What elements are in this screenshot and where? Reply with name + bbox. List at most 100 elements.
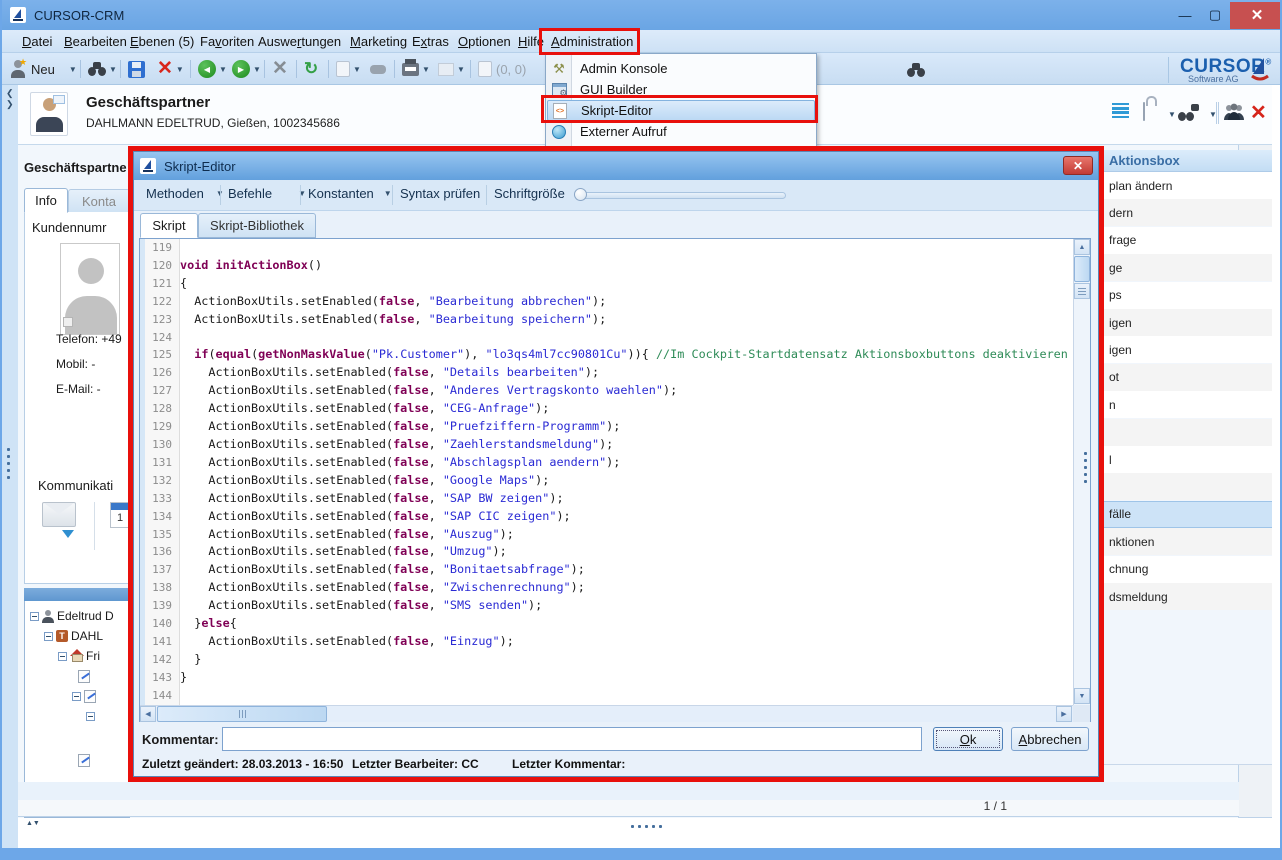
actionbox-item-ge[interactable]: ge bbox=[1087, 254, 1272, 281]
cancel-button[interactable]: Abbrechen bbox=[1011, 727, 1089, 751]
scroll-left-icon[interactable]: ◀ bbox=[140, 706, 156, 722]
chevron-down-icon[interactable]: ▼ bbox=[69, 65, 77, 74]
photo-edit-icon[interactable] bbox=[63, 317, 73, 327]
code-line[interactable]: { bbox=[180, 275, 1073, 293]
list-menu-icon[interactable] bbox=[1112, 103, 1129, 118]
comment-input[interactable] bbox=[222, 727, 922, 751]
actionbox-item-frage[interactable]: frage bbox=[1087, 227, 1272, 254]
delete-button[interactable]: ✕▼ bbox=[157, 58, 184, 80]
code-line[interactable]: ActionBoxUtils.setEnabled(false, "SAP BW… bbox=[180, 490, 1073, 508]
code-line[interactable]: ActionBoxUtils.setEnabled(false, "Detail… bbox=[180, 364, 1073, 382]
tree-expander[interactable] bbox=[58, 652, 67, 661]
tree-expander[interactable] bbox=[44, 632, 53, 641]
code-line[interactable]: } bbox=[180, 669, 1073, 687]
tree-expander[interactable] bbox=[30, 612, 39, 621]
code-line[interactable]: ActionBoxUtils.setEnabled(false, "Umzug"… bbox=[180, 543, 1073, 561]
menubar-item-extras[interactable]: Extras bbox=[408, 33, 453, 50]
font-size-slider-track[interactable] bbox=[578, 192, 786, 199]
actionbox-item[interactable] bbox=[1087, 473, 1272, 500]
search-button[interactable]: ▼ bbox=[88, 58, 117, 80]
menubar-item-ebenen-5[interactable]: Ebenen (5) bbox=[126, 33, 198, 50]
menubar-item-administration[interactable]: Administration bbox=[547, 33, 637, 50]
email-icon[interactable] bbox=[42, 502, 76, 527]
dialog-title-bar[interactable]: Skript-Editor bbox=[134, 152, 1098, 180]
admin-menu-item-gui-builder[interactable]: GUI Builder bbox=[547, 79, 815, 100]
code-line[interactable] bbox=[180, 687, 1073, 705]
horizontal-scroll-thumb[interactable] bbox=[157, 706, 327, 722]
minimize-button[interactable]: — bbox=[1170, 3, 1200, 27]
horizontal-scrollbar[interactable]: ◀ ▶ bbox=[140, 705, 1073, 722]
chevron-down-icon[interactable]: ▼ bbox=[422, 65, 430, 74]
actionbox-item[interactable] bbox=[1087, 419, 1272, 446]
actionbox-item-igen[interactable]: igen bbox=[1087, 309, 1272, 336]
menubar-item-marketing[interactable]: Marketing bbox=[346, 33, 411, 50]
chevron-down-icon[interactable]: ▼ bbox=[457, 65, 465, 74]
code-line[interactable]: void initActionBox() bbox=[180, 257, 1073, 275]
actionbox-item-chnung[interactable]: chnung bbox=[1087, 556, 1272, 583]
dialog-close-button[interactable]: ✕ bbox=[1063, 156, 1093, 175]
splitter-handle[interactable] bbox=[7, 448, 10, 479]
clipboard-button[interactable]: (0, 0) bbox=[478, 58, 526, 80]
tree-item-edeltrud-d[interactable]: Edeltrud D bbox=[30, 606, 114, 626]
scroll-grip[interactable] bbox=[1074, 283, 1090, 299]
actionbox-item-plan-ändern[interactable]: plan ändern bbox=[1087, 172, 1272, 199]
left-collapse-rail[interactable] bbox=[2, 85, 18, 848]
menubar-item-bearbeiten[interactable]: Bearbeiten bbox=[60, 33, 131, 50]
code-line[interactable]: ActionBoxUtils.setEnabled(false, "Auszug… bbox=[180, 526, 1073, 544]
code-line[interactable]: ActionBoxUtils.setEnabled(false, "Zaehle… bbox=[180, 436, 1073, 454]
befehle-dropdown[interactable]: Befehle▼ bbox=[228, 186, 306, 201]
lock-icon[interactable] bbox=[1143, 102, 1145, 121]
expand-right-icon[interactable]: ❯ bbox=[6, 99, 14, 110]
chevron-down-icon[interactable]: ▼ bbox=[109, 65, 117, 74]
scroll-right-icon[interactable]: ▶ bbox=[1056, 706, 1072, 722]
scroll-up-icon[interactable]: ▲ bbox=[1074, 239, 1090, 255]
actionbox-item-fälle[interactable]: fälle bbox=[1087, 501, 1272, 528]
horizontal-splitter-handle[interactable] bbox=[631, 825, 662, 828]
save-button[interactable] bbox=[128, 58, 145, 80]
code-line[interactable]: ActionBoxUtils.setEnabled(false, "Google… bbox=[180, 472, 1073, 490]
code-area[interactable]: void initActionBox(){ ActionBoxUtils.set… bbox=[180, 239, 1073, 705]
forward-button[interactable]: ▶▼ bbox=[232, 58, 261, 80]
actionbox-item-ps[interactable]: ps bbox=[1087, 282, 1272, 309]
tree-item[interactable] bbox=[86, 706, 95, 726]
actionbox-item-l[interactable]: l bbox=[1087, 446, 1272, 473]
controller-button[interactable] bbox=[370, 58, 386, 80]
tree-item[interactable] bbox=[78, 750, 90, 770]
admin-menu-item-externer-aufruf[interactable]: Externer Aufruf bbox=[547, 121, 815, 142]
print-button[interactable]: ▼ bbox=[402, 58, 430, 80]
code-line[interactable]: ActionBoxUtils.setEnabled(false, "CEG-An… bbox=[180, 400, 1073, 418]
menubar-item-auswertungen[interactable]: Auswertungen bbox=[254, 33, 345, 50]
quick-search-button[interactable] bbox=[907, 59, 925, 81]
cancel-button[interactable]: ✕ bbox=[272, 58, 288, 80]
tab-skript[interactable]: Skript bbox=[140, 213, 198, 238]
tree-expander[interactable] bbox=[86, 712, 95, 721]
actionbox-item-n[interactable]: n bbox=[1087, 391, 1272, 418]
tree-item-fri[interactable]: Fri bbox=[58, 646, 100, 666]
tree-item[interactable] bbox=[78, 666, 90, 686]
code-line[interactable]: ActionBoxUtils.setEnabled(false, "Einzug… bbox=[180, 633, 1073, 651]
code-line[interactable] bbox=[180, 239, 1073, 257]
menubar-item-hilfe[interactable]: Hilfe bbox=[514, 33, 548, 50]
chevron-down-icon[interactable]: ▼ bbox=[219, 65, 227, 74]
collapse-left-icon[interactable]: ❮ bbox=[6, 88, 14, 99]
tab-skript-bibliothek[interactable]: Skript-Bibliothek bbox=[198, 213, 316, 238]
vertical-scroll-thumb[interactable] bbox=[1074, 256, 1090, 282]
frame-button[interactable]: ▼ bbox=[438, 58, 465, 80]
chevron-down-icon[interactable]: ▼ bbox=[353, 65, 361, 74]
ok-button[interactable]: Ok bbox=[933, 727, 1003, 751]
code-line[interactable]: ActionBoxUtils.setEnabled(false, "SMS se… bbox=[180, 597, 1073, 615]
code-line[interactable]: ActionBoxUtils.setEnabled(false, "Bearbe… bbox=[180, 311, 1073, 329]
calendar-icon[interactable]: 1 bbox=[110, 502, 130, 528]
syntax-check-button[interactable]: Syntax prüfen bbox=[400, 186, 480, 201]
menubar-item-favoriten[interactable]: Favoriten bbox=[196, 33, 258, 50]
tree-item-dahl[interactable]: TDAHL bbox=[44, 626, 103, 646]
actionbox-item-nktionen[interactable]: nktionen bbox=[1087, 528, 1272, 555]
tab-kontakte[interactable]: Konta bbox=[68, 189, 130, 214]
maximize-button[interactable]: ▢ bbox=[1200, 3, 1230, 27]
actionbox-item-dsmeldung[interactable]: dsmeldung bbox=[1087, 583, 1272, 610]
scroll-down-icon[interactable]: ▼ bbox=[1074, 688, 1090, 704]
code-line[interactable] bbox=[180, 329, 1073, 347]
code-line[interactable]: ActionBoxUtils.setEnabled(false, "Andere… bbox=[180, 382, 1073, 400]
tab-info[interactable]: Info bbox=[24, 188, 68, 213]
email-dropdown-icon[interactable] bbox=[62, 530, 74, 538]
